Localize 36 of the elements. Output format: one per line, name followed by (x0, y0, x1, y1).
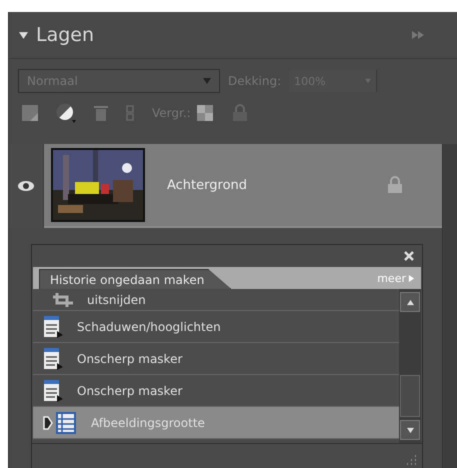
crop-icon (53, 292, 73, 306)
document-icon (43, 314, 63, 338)
lock-icon (386, 176, 404, 194)
trash-icon[interactable] (94, 105, 108, 121)
list-icon (55, 410, 77, 434)
scroll-down-button[interactable] (400, 420, 420, 440)
state-marker-icon (43, 416, 53, 430)
document-icon (43, 346, 63, 370)
history-tab[interactable]: Historie ongedaan maken (39, 269, 232, 289)
up-arrow-icon (406, 298, 414, 306)
resize-grip-icon[interactable] (405, 452, 419, 466)
history-label: Onscherp masker (77, 352, 182, 366)
scroll-up-button[interactable] (400, 292, 420, 312)
history-label: Afbeeldingsgrootte (91, 416, 205, 430)
caret-icon (408, 274, 415, 282)
panel-menu-icon[interactable] (412, 31, 424, 39)
lock-transparency-icon[interactable] (196, 105, 213, 121)
history-label: Schaduwen/hooglichten (77, 320, 221, 334)
link-icon[interactable] (126, 105, 134, 121)
caret-icon (203, 77, 211, 85)
scrollbar[interactable] (442, 228, 457, 468)
adjustment-layer-icon[interactable] (56, 103, 76, 123)
scrollbar[interactable] (442, 144, 457, 228)
down-arrow-icon (406, 426, 414, 434)
layer-row[interactable]: Achtergrond (44, 144, 442, 228)
scrollbar-thumb[interactable] (400, 375, 420, 417)
caret-icon (365, 78, 372, 84)
history-label: Onscherp masker (77, 384, 182, 398)
layer-name: Achtergrond (167, 178, 248, 192)
eye-icon (18, 181, 34, 191)
panel-title: Lagen (36, 24, 94, 46)
scrollbar[interactable] (399, 289, 421, 443)
document-icon (43, 378, 63, 402)
new-layer-icon[interactable] (22, 105, 38, 121)
lock-icon (230, 104, 249, 122)
history-label: uitsnijden (87, 292, 146, 306)
